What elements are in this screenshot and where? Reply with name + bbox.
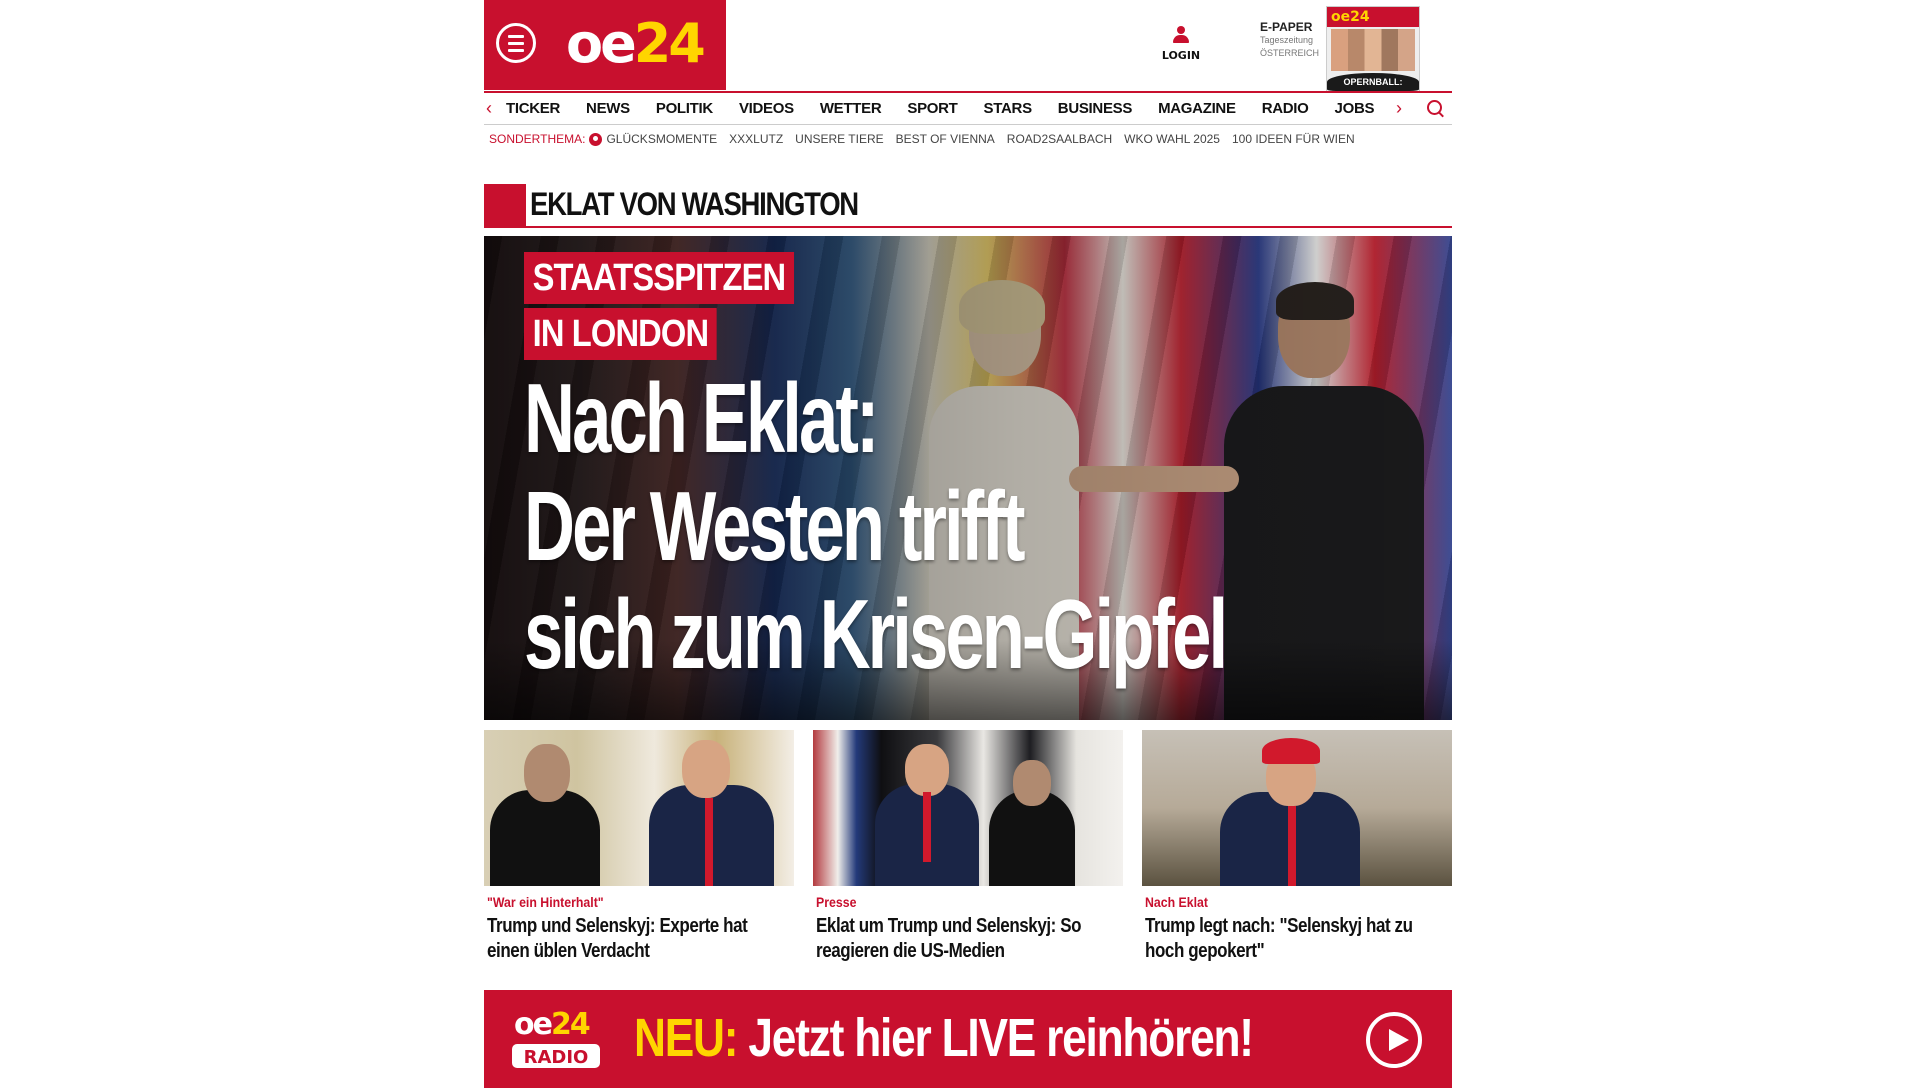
hero-kicker-line1: STAATSSPITZEN — [524, 252, 794, 304]
sonderthema-link[interactable]: UNSERE TIERE — [795, 132, 883, 146]
hero-headline-line: Der Westen trifft — [524, 471, 1025, 581]
logo-area: oe24 — [484, 0, 726, 90]
sonderthema-link[interactable]: XXXLUTZ — [729, 132, 783, 146]
nav-item-radio[interactable]: RADIO — [1262, 93, 1322, 125]
teaser-title[interactable]: Trump und Selenskyj: Experte hat einen ü… — [487, 914, 793, 964]
nav-item-news[interactable]: NEWS — [586, 93, 643, 125]
hero-kicker-line2: IN LONDON — [524, 308, 717, 360]
nav-item-business[interactable]: BUSINESS — [1058, 93, 1145, 125]
section-marker — [484, 184, 526, 228]
play-icon[interactable] — [1366, 1012, 1422, 1068]
radio-logo-label: RADIO — [512, 1044, 600, 1068]
radio-message: Jetzt hier LIVE reinhören! — [748, 1008, 1254, 1068]
sonderthema-icon — [589, 132, 603, 146]
nav-items: TICKER NEWS POLITIK VIDEOS WETTER SPORT STARS B… — [506, 93, 1400, 125]
teaser-category: Nach Eklat — [1145, 894, 1209, 910]
sonderthema-label: SONDERTHEMA: — [489, 132, 586, 146]
nav-right-arrow-icon[interactable]: › — [1396, 98, 1402, 119]
sonderthema-link[interactable]: ROAD2SAALBACH — [1007, 132, 1112, 146]
radio-logo-text: oe24 — [514, 1007, 591, 1042]
hero-kicker: STAATSSPITZEN IN LONDON — [524, 252, 838, 364]
teaser-category: "War ein Hinterhalt" — [487, 894, 604, 910]
nav-item-magazine[interactable]: MAGAZINE — [1158, 93, 1249, 125]
teaser-card[interactable]: Nach Eklat Trump legt nach: "Selenskyj h… — [1142, 730, 1452, 964]
hero-headline-line: sich zum Krisen-Gipfel — [524, 579, 1228, 689]
sonderthema-link[interactable]: 100 IDEEN FÜR WIEN — [1232, 132, 1355, 146]
epaper-link[interactable]: E-PAPER Tageszeitung ÖSTERREICH — [1260, 20, 1319, 60]
teaser-title[interactable]: Eklat um Trump und Selenskyj: So reagier… — [816, 914, 1122, 964]
user-icon — [1172, 26, 1190, 46]
nav-item-stars[interactable]: STARS — [984, 93, 1045, 125]
teaser-image — [813, 730, 1123, 886]
teaser-image — [484, 730, 794, 886]
hamburger-menu-icon[interactable] — [496, 23, 536, 63]
section-title[interactable]: EKLAT VON WASHINGTON — [530, 186, 859, 223]
teaser-row: "War ein Hinterhalt" Trump und Selenskyj… — [484, 730, 1452, 970]
teaser-card[interactable]: Presse Eklat um Trump und Selenskyj: So … — [813, 730, 1123, 964]
epaper-cover-logo: oe24 — [1331, 9, 1370, 25]
nav-item-politik[interactable]: POLITIK — [656, 93, 726, 125]
epaper-cover-caption: OPERNBALL: Models statt Mörtel — [1327, 73, 1419, 91]
login-button[interactable]: LOGIN — [1161, 26, 1201, 62]
hero-story[interactable]: STAATSSPITZEN IN LONDON Nach Eklat: Der … — [484, 236, 1452, 720]
radio-logo: oe24 RADIO — [512, 1008, 604, 1072]
login-label: LOGIN — [1161, 49, 1201, 62]
radio-new-label: NEU: — [634, 1008, 739, 1068]
nav-item-ticker[interactable]: TICKER — [506, 93, 573, 125]
sonderthema-bar: SONDERTHEMA: GLÜCKSMOMENTE XXXLUTZ UNSERE … — [484, 128, 1367, 150]
page: oe24 LOGIN E-PAPER Tageszeitung ÖSTERREI… — [484, 0, 1452, 1088]
sonderthema-link[interactable]: GLÜCKSMOMENTE — [606, 132, 717, 146]
nav-item-videos[interactable]: VIDEOS — [739, 93, 807, 125]
section-underline — [526, 226, 1452, 228]
search-icon[interactable] — [1426, 99, 1446, 119]
sonderthema-link[interactable]: BEST OF VIENNA — [896, 132, 995, 146]
sonderthema-link[interactable]: WKO WAHL 2025 — [1124, 132, 1220, 146]
radio-live-banner[interactable]: oe24 RADIO NEU: Jetzt hier LIVE reinhöre… — [484, 990, 1452, 1088]
teaser-card[interactable]: "War ein Hinterhalt" Trump und Selenskyj… — [484, 730, 794, 964]
nav-item-wetter[interactable]: WETTER — [820, 93, 895, 125]
nav-item-sport[interactable]: SPORT — [907, 93, 970, 125]
site-logo[interactable]: oe24 — [566, 14, 706, 74]
section-header: EKLAT VON WASHINGTON — [484, 184, 1452, 228]
epaper-country: ÖSTERREICH — [1260, 48, 1320, 58]
hero-headline-line: Nach Eklat: — [524, 363, 879, 473]
teaser-category: Presse — [816, 894, 857, 910]
nav-left-arrow-icon[interactable]: ‹ — [486, 98, 492, 119]
hero-headline[interactable]: Nach Eklat: Der Westen trifft sich zum K… — [524, 363, 1228, 689]
epaper-subtitle: Tageszeitung — [1260, 35, 1314, 45]
nav-item-jobs[interactable]: JOBS — [1335, 93, 1388, 125]
main-navigation: ‹ TICKER NEWS POLITIK VIDEOS WETTER SPORT STAR… — [484, 91, 1452, 125]
epaper-cover-image[interactable]: oe24 OPERNBALL: Models statt Mörtel — [1326, 6, 1420, 92]
radio-banner-text: NEU: Jetzt hier LIVE reinhören! — [634, 1008, 1254, 1068]
teaser-title[interactable]: Trump legt nach: "Selenskyj hat zu hoch … — [1145, 914, 1451, 964]
teaser-image — [1142, 730, 1452, 886]
site-header: oe24 LOGIN E-PAPER Tageszeitung ÖSTERREI… — [484, 0, 1452, 92]
epaper-title: E-PAPER — [1260, 20, 1313, 34]
